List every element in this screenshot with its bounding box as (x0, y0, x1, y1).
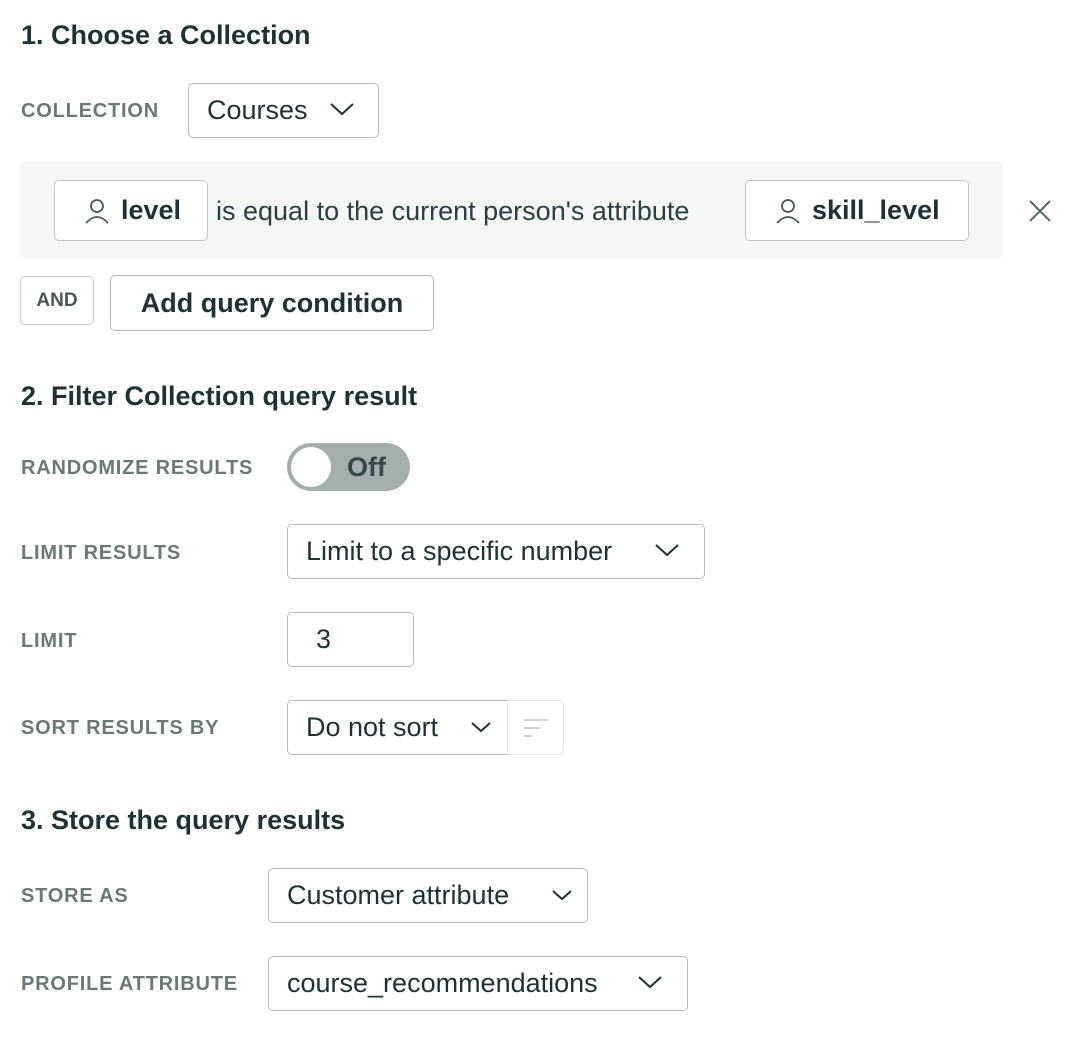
chevron-down-icon (637, 974, 663, 990)
toggle-state-label: Off (347, 452, 386, 482)
store-as-select-value: Customer attribute (287, 880, 510, 910)
condition-field-chip[interactable]: level (54, 180, 208, 241)
sort-select-value: Do not sort (306, 712, 439, 742)
profile-attribute-select[interactable]: course_recommendations (268, 956, 688, 1011)
toggle-knob (291, 447, 331, 487)
collection-select-value: Courses (207, 95, 308, 125)
section-title-store-results: 3. Store the query results (21, 805, 346, 835)
randomize-results-toggle[interactable]: Off (287, 443, 410, 491)
condition-attribute-label: skill_level (812, 195, 940, 225)
collection-select[interactable]: Courses (188, 83, 379, 138)
sort-results-label: SORT RESULTS BY (21, 717, 220, 739)
person-icon (85, 198, 109, 224)
add-query-condition-button[interactable]: Add query condition (110, 275, 434, 331)
profile-attribute-label: PROFILE ATTRIBUTE (21, 973, 238, 995)
and-operator-badge[interactable]: AND (20, 276, 94, 325)
person-icon (776, 198, 800, 224)
condition-operator-text: is equal to the current person's attribu… (216, 196, 690, 226)
limit-results-label: LIMIT RESULTS (21, 542, 182, 564)
add-query-condition-label: Add query condition (140, 287, 404, 318)
store-as-select[interactable]: Customer attribute (268, 868, 588, 923)
chevron-down-icon (470, 720, 492, 734)
sort-direction-button[interactable] (507, 700, 564, 755)
profile-attribute-select-value: course_recommendations (287, 968, 598, 998)
close-icon[interactable] (1027, 198, 1053, 224)
chevron-down-icon (654, 542, 680, 558)
condition-attribute-chip[interactable]: skill_level (745, 180, 969, 241)
sort-select[interactable]: Do not sort (287, 700, 508, 755)
limit-results-select[interactable]: Limit to a specific number (287, 524, 705, 579)
limit-label: LIMIT (21, 630, 78, 652)
limit-results-select-value: Limit to a specific number (306, 536, 613, 566)
limit-input-value: 3 (316, 624, 332, 654)
chevron-down-icon (329, 101, 355, 117)
chevron-down-icon (551, 888, 573, 902)
randomize-results-label: RANDOMIZE RESULTS (21, 457, 254, 479)
limit-input[interactable]: 3 (287, 612, 414, 667)
and-operator-label: AND (36, 289, 78, 311)
condition-field-label: level (121, 195, 182, 225)
section-title-filter-results: 2. Filter Collection query result (21, 381, 418, 411)
section-title-choose-collection: 1. Choose a Collection (21, 20, 311, 50)
store-as-label: STORE AS (21, 885, 129, 907)
collection-label: COLLECTION (21, 100, 159, 122)
sort-lines-icon (523, 717, 549, 739)
